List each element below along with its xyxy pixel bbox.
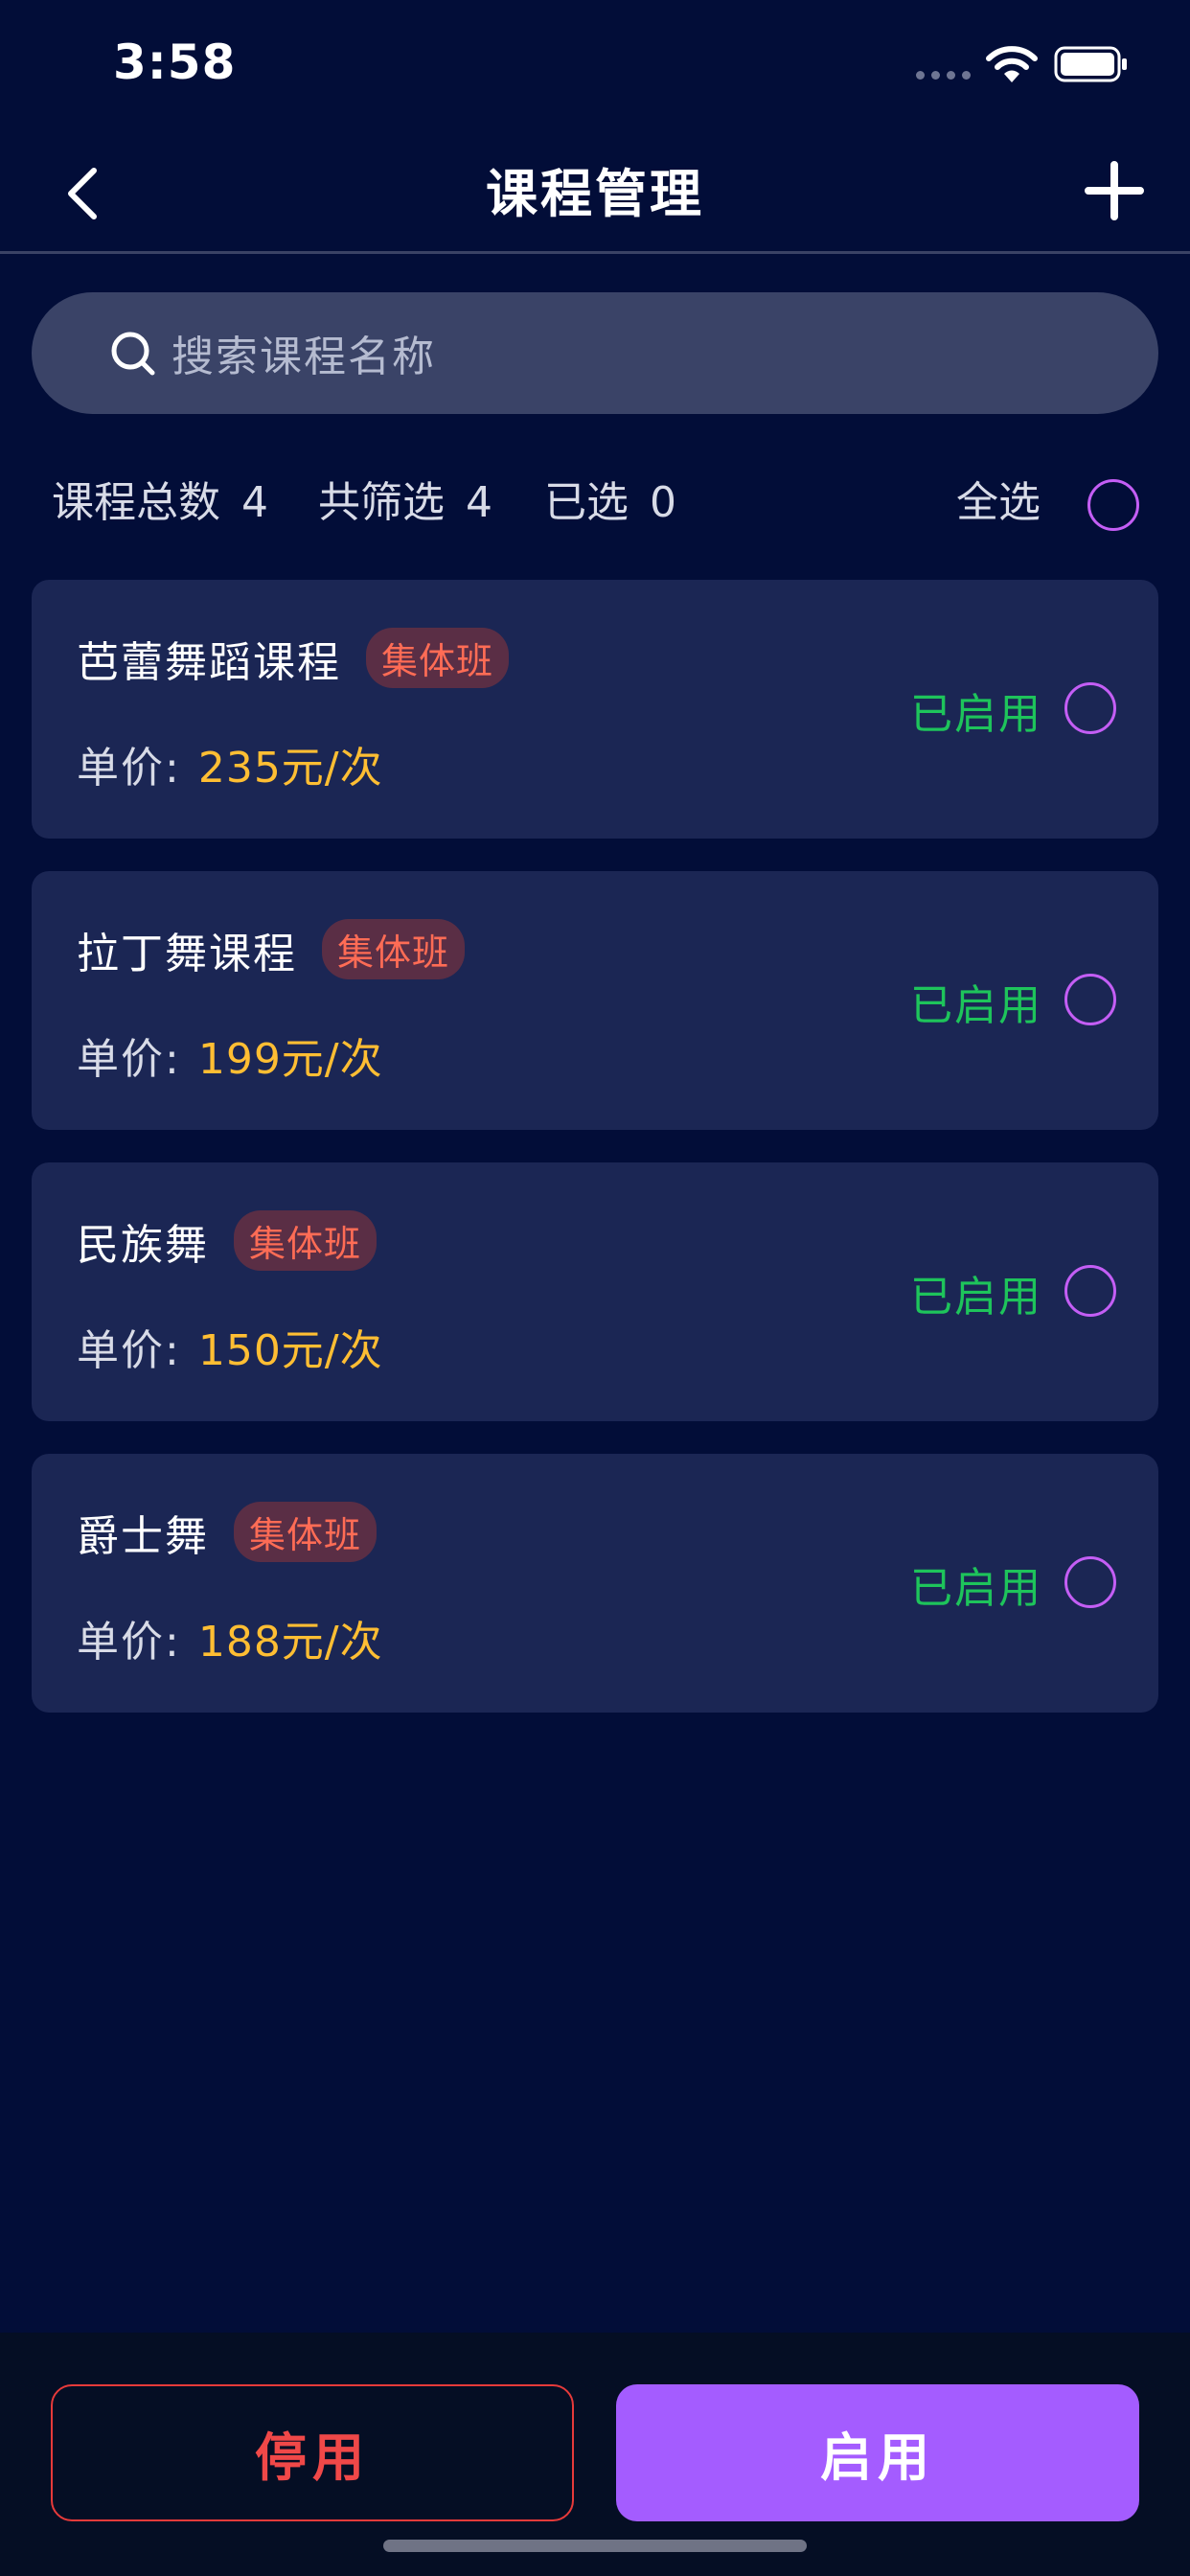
course-name: 拉丁舞课程 [77,930,297,978]
course-status: 已启用 [910,1273,1042,1322]
summary-row: 课程总数 4 共筛选 4 已选 0 全选 [0,468,1190,535]
cellular-signal-icon [916,71,971,80]
disable-button[interactable]: 停用 [51,2384,574,2521]
course-name-line: 拉丁舞课程 集体班 [77,919,466,980]
status-time: 3:58 [113,34,237,90]
search-icon [111,332,155,376]
price-value: 199元/次 [197,1035,383,1084]
price-row: 单价: 150元/次 [77,1316,383,1377]
select-all-label[interactable]: 全选 [956,468,1041,529]
course-name: 爵士舞 [77,1512,209,1561]
course-type-tag: 集体班 [234,1210,378,1271]
search-input[interactable]: 搜索课程名称 [32,292,1158,414]
search-placeholder: 搜索课程名称 [172,333,436,381]
home-indicator [383,2540,807,2552]
price-value: 235元/次 [197,744,383,793]
total-count: 课程总数 4 [52,468,268,529]
course-management-screen: 3:58 课程管理 搜索课程名称 课程总数 4 共筛选 4 已选 0 全选 芭蕾… [0,0,1190,2576]
page-title: 课程管理 [486,164,704,224]
price-label: 单价: [77,1326,181,1375]
battery-icon [1054,46,1127,82]
course-select-radio[interactable] [1064,974,1116,1025]
status-bar: 3:58 [0,0,1190,130]
course-type-tag: 集体班 [322,919,466,979]
course-name: 芭蕾舞蹈课程 [77,638,341,687]
price-row: 单价: 235元/次 [77,733,383,794]
filtered-count: 共筛选 4 [318,468,492,529]
course-name: 民族舞 [77,1221,209,1270]
course-name-line: 芭蕾舞蹈课程 集体班 [77,628,510,689]
course-select-radio[interactable] [1064,1265,1116,1317]
course-name-line: 民族舞 集体班 [77,1210,378,1272]
selected-count-value: 0 [650,478,676,527]
course-card[interactable]: 拉丁舞课程 集体班 单价: 199元/次 已启用 [32,871,1158,1130]
enable-button[interactable]: 启用 [616,2384,1139,2521]
price-value: 150元/次 [197,1326,383,1375]
selected-count: 已选 0 [544,468,676,529]
course-status: 已启用 [910,690,1042,739]
total-count-label: 课程总数 [52,478,220,527]
price-row: 单价: 199元/次 [77,1024,383,1086]
price-label: 单价: [77,744,181,793]
navigation-bar: 课程管理 [0,130,1190,254]
course-type-tag: 集体班 [366,628,510,688]
course-name-line: 爵士舞 集体班 [77,1502,378,1563]
wifi-icon [986,46,1038,82]
filtered-count-label: 共筛选 [318,478,445,527]
filtered-count-value: 4 [466,478,492,527]
add-course-button[interactable] [1083,159,1146,222]
course-card[interactable]: 芭蕾舞蹈课程 集体班 单价: 235元/次 已启用 [32,580,1158,839]
price-value: 188元/次 [197,1618,383,1667]
price-row: 单价: 188元/次 [77,1607,383,1668]
bottom-action-bar: 停用 启用 [0,2333,1190,2576]
course-type-tag: 集体班 [234,1502,378,1562]
course-status: 已启用 [910,1564,1042,1613]
price-label: 单价: [77,1035,181,1084]
course-status: 已启用 [910,981,1042,1030]
select-all-radio[interactable] [1087,479,1139,531]
course-select-radio[interactable] [1064,1556,1116,1608]
selected-count-label: 已选 [544,478,629,527]
total-count-value: 4 [241,478,268,527]
course-card[interactable]: 爵士舞 集体班 单价: 188元/次 已启用 [32,1454,1158,1713]
course-card[interactable]: 民族舞 集体班 单价: 150元/次 已启用 [32,1162,1158,1421]
price-label: 单价: [77,1618,181,1667]
course-select-radio[interactable] [1064,682,1116,734]
